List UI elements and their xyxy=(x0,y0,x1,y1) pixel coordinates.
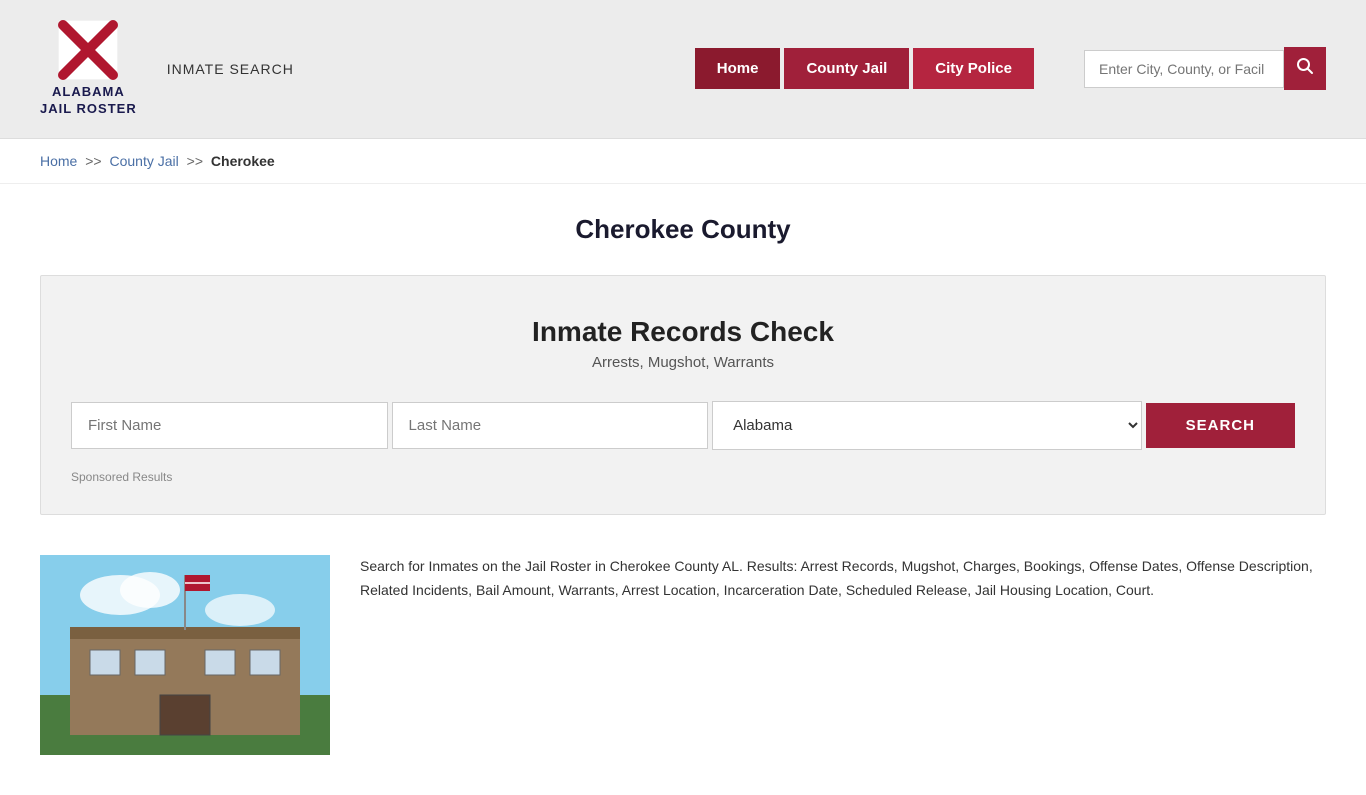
city-police-nav-button[interactable]: City Police xyxy=(913,48,1034,89)
logo-link[interactable]: ALABAMA JAIL ROSTER xyxy=(40,20,137,118)
description-text: Search for Inmates on the Jail Roster in… xyxy=(360,555,1326,603)
page-title: Cherokee County xyxy=(0,184,1366,265)
header-search-input[interactable] xyxy=(1084,50,1284,88)
records-check-box: Inmate Records Check Arrests, Mugshot, W… xyxy=(40,275,1326,515)
breadcrumb-current: Cherokee xyxy=(211,153,275,169)
search-records-button[interactable]: SEARCH xyxy=(1146,403,1295,448)
logo-text: ALABAMA JAIL ROSTER xyxy=(40,84,137,118)
breadcrumb-sep-1: >> xyxy=(85,153,101,169)
nav-buttons: Home County Jail City Police xyxy=(695,48,1034,89)
header-search-button[interactable] xyxy=(1284,47,1326,90)
logo-icon xyxy=(58,20,118,80)
breadcrumb-sep-2: >> xyxy=(187,153,203,169)
breadcrumb: Home >> County Jail >> Cherokee xyxy=(0,139,1366,184)
header: ALABAMA JAIL ROSTER INMATE SEARCH Home C… xyxy=(0,0,1366,139)
bottom-section: Search for Inmates on the Jail Roster in… xyxy=(0,535,1366,795)
home-nav-button[interactable]: Home xyxy=(695,48,781,89)
first-name-input[interactable] xyxy=(71,402,388,449)
search-icon xyxy=(1296,57,1314,75)
records-subtitle: Arrests, Mugshot, Warrants xyxy=(71,354,1295,371)
inmate-search-form: AlabamaAlaskaArizonaArkansasCaliforniaCo… xyxy=(71,401,1295,450)
header-search-bar xyxy=(1084,47,1326,90)
last-name-input[interactable] xyxy=(392,402,709,449)
breadcrumb-home[interactable]: Home xyxy=(40,153,77,169)
main-content: Cherokee County Inmate Records Check Arr… xyxy=(0,184,1366,795)
building-image xyxy=(40,555,330,755)
breadcrumb-county-jail[interactable]: County Jail xyxy=(110,153,179,169)
sponsored-label: Sponsored Results xyxy=(71,470,1295,484)
county-jail-nav-button[interactable]: County Jail xyxy=(784,48,909,89)
state-select[interactable]: AlabamaAlaskaArizonaArkansasCaliforniaCo… xyxy=(712,401,1142,450)
records-title: Inmate Records Check xyxy=(71,316,1295,348)
inmate-search-link[interactable]: INMATE SEARCH xyxy=(167,61,294,77)
